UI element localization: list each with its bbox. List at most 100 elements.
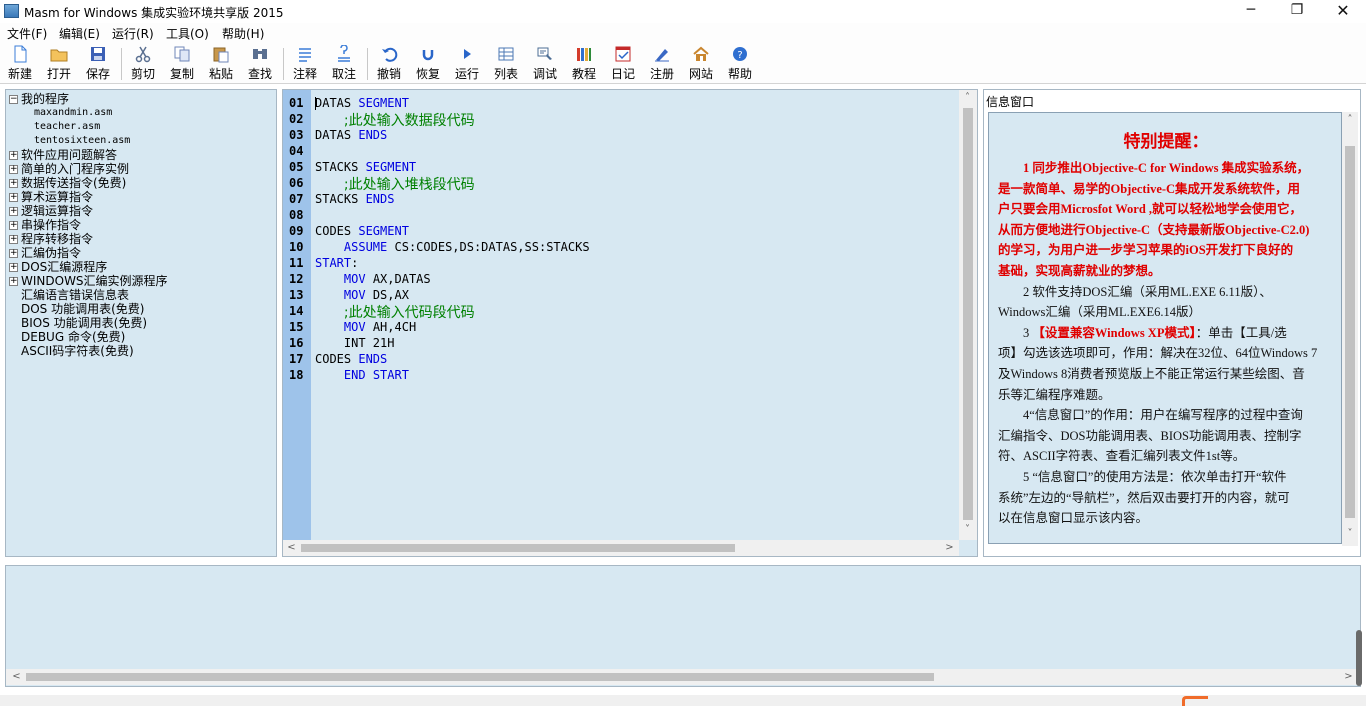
code-line[interactable]: CODES SEGMENT xyxy=(315,224,409,238)
register-button[interactable]: 注册 xyxy=(644,45,680,83)
info-content[interactable]: 特别提醒： 1 同步推出Objective-C for Windows 集成实验… xyxy=(988,112,1342,544)
scroll-left-arrow[interactable]: < xyxy=(283,542,300,553)
code-line[interactable]: ;此处输入堆栈段代码 xyxy=(315,174,475,194)
tree-leaf[interactable]: DEBUG 命令(免费) xyxy=(21,330,125,344)
expand-icon[interactable]: + xyxy=(9,277,18,286)
expand-icon[interactable]: + xyxy=(9,235,18,244)
output-panel[interactable]: < > xyxy=(5,565,1361,687)
expand-icon[interactable]: + xyxy=(9,165,18,174)
tree-group[interactable]: + 逻辑运算指令 xyxy=(9,204,93,218)
code-line[interactable]: STACKS ENDS xyxy=(315,192,394,206)
info-text: 符、ASCII字符表、查看汇编列表文件1st等。 xyxy=(998,449,1246,464)
output-horizontal-scrollbar[interactable]: < > xyxy=(6,669,1360,685)
code-line[interactable]: ;此处输入数据段代码 xyxy=(315,110,475,130)
tree-root[interactable]: − 我的程序 xyxy=(9,92,69,106)
scroll-up-arrow[interactable]: ˄ xyxy=(1342,114,1358,125)
tree-leaf[interactable]: 汇编语言错误信息表 xyxy=(21,288,129,302)
expand-icon[interactable]: + xyxy=(9,221,18,230)
open-button[interactable]: 打开 xyxy=(41,45,77,83)
scroll-left-arrow[interactable]: < xyxy=(8,671,25,682)
scroll-right-arrow[interactable]: > xyxy=(1340,671,1357,682)
code-line[interactable]: DATAS ENDS xyxy=(315,128,387,142)
tree-group[interactable]: + DOS汇编源程序 xyxy=(9,260,107,274)
redo-button[interactable]: 恢复 xyxy=(410,45,446,83)
code-line[interactable]: STACKS SEGMENT xyxy=(315,160,416,174)
scroll-thumb[interactable] xyxy=(26,673,934,681)
code-editor[interactable]: 01 02 03 04 05 06 07 08 09 10 11 12 13 14 15 16 17 18 DAT… xyxy=(282,89,978,557)
uncomment-button[interactable]: 取注 xyxy=(326,45,362,83)
list-button[interactable]: 列表 xyxy=(488,45,524,83)
menu-run[interactable]: 运行(R) xyxy=(112,25,154,42)
tree-group[interactable]: + 汇编伪指令 xyxy=(9,246,81,260)
expand-icon[interactable]: + xyxy=(9,179,18,188)
scroll-thumb[interactable] xyxy=(301,544,735,552)
diary-label: 日记 xyxy=(610,67,635,81)
run-button[interactable]: 运行 xyxy=(449,45,485,83)
comment-button[interactable]: 注释 xyxy=(287,45,323,83)
side-slider-handle[interactable] xyxy=(1356,630,1362,686)
code-line[interactable]: MOV AH,4CH xyxy=(315,320,416,334)
expand-icon[interactable]: + xyxy=(9,263,18,272)
tree-leaf[interactable]: BIOS 功能调用表(免费) xyxy=(21,316,147,330)
scroll-thumb[interactable] xyxy=(1345,146,1355,518)
tree-group[interactable]: + 数据传送指令(免费) xyxy=(9,176,126,190)
scroll-right-arrow[interactable]: > xyxy=(941,542,958,553)
code-line[interactable]: ASSUME CS:CODES,DS:DATAS,SS:STACKS xyxy=(315,240,590,254)
info-text-line: 5 “信息窗口”的使用方法是：依次单击打开“软件 xyxy=(998,466,1287,485)
minimize-button[interactable]: ─ xyxy=(1228,0,1274,23)
scroll-up-arrow[interactable]: ˄ xyxy=(959,92,976,103)
collapse-icon[interactable]: − xyxy=(9,95,18,104)
menu-edit[interactable]: 编辑(E) xyxy=(59,25,100,42)
menu-tools[interactable]: 工具(O) xyxy=(166,25,209,42)
tree-group[interactable]: + 简单的入门程序实例 xyxy=(9,162,129,176)
code-line[interactable]: ;此处输入代码段代码 xyxy=(315,302,475,322)
tree-leaf[interactable]: DOS 功能调用表(免费) xyxy=(21,302,144,316)
expand-icon[interactable]: + xyxy=(9,207,18,216)
code-line[interactable]: INT 21H xyxy=(315,336,395,350)
info-text-line: 是一款简单、易学的Objective-C集成开发系统软件，用 xyxy=(998,178,1300,197)
undo-button[interactable]: 撤销 xyxy=(371,45,407,83)
close-button[interactable]: ✕ xyxy=(1320,0,1366,23)
menu-file[interactable]: 文件(F) xyxy=(7,25,47,42)
paste-button[interactable]: 粘贴 xyxy=(203,45,239,83)
tutorial-button[interactable]: 教程 xyxy=(566,45,602,83)
scroll-thumb[interactable] xyxy=(963,108,973,520)
cut-button[interactable]: 剪切 xyxy=(125,45,161,83)
tree-group[interactable]: + 算术运算指令 xyxy=(9,190,93,204)
tree-file-item[interactable]: teacher.asm xyxy=(34,120,100,134)
find-button[interactable]: 查找 xyxy=(242,45,278,83)
scroll-down-arrow[interactable]: ˅ xyxy=(959,524,976,535)
scroll-down-arrow[interactable]: ˅ xyxy=(1342,528,1358,539)
maximize-button[interactable]: ❐ xyxy=(1274,0,1320,23)
code-line[interactable]: CODES ENDS xyxy=(315,352,387,366)
expand-icon[interactable]: + xyxy=(9,151,18,160)
code-line[interactable]: DATAS SEGMENT xyxy=(315,96,409,110)
website-button[interactable]: 网站 xyxy=(683,45,719,83)
line-number: 05 xyxy=(289,160,304,174)
tree-leaf[interactable]: ASCII码字符表(免费) xyxy=(21,344,134,358)
tree-group[interactable]: + 串操作指令 xyxy=(9,218,81,232)
tree-group[interactable]: + 程序转移指令 xyxy=(9,232,93,246)
diary-button[interactable]: 日记 xyxy=(605,45,641,83)
code-keyword: START xyxy=(315,256,352,270)
editor-vertical-scrollbar[interactable]: ˄ ˅ xyxy=(959,90,977,540)
menu-help[interactable]: 帮助(H) xyxy=(222,25,264,42)
corner-logo-icon xyxy=(1182,696,1208,706)
expand-icon[interactable]: + xyxy=(9,249,18,258)
code-line[interactable]: MOV AX,DATAS xyxy=(315,272,431,286)
tree-group[interactable]: + WINDOWS汇编实例源程序 xyxy=(9,274,168,288)
save-button[interactable]: 保存 xyxy=(80,45,116,83)
debug-button[interactable]: 调试 xyxy=(527,45,563,83)
info-vertical-scrollbar[interactable]: ˄ ˅ xyxy=(1342,112,1358,546)
code-line[interactable]: END START xyxy=(315,368,409,382)
tree-file-item[interactable]: tentosixteen.asm xyxy=(34,134,130,148)
new-button[interactable]: 新建 xyxy=(2,45,38,83)
tree-file-item[interactable]: maxandmin.asm xyxy=(34,106,112,120)
code-line[interactable]: START: xyxy=(315,256,358,270)
copy-button[interactable]: 复制 xyxy=(164,45,200,83)
expand-icon[interactable]: + xyxy=(9,193,18,202)
help-button[interactable]: ? 帮助 xyxy=(722,45,758,83)
editor-horizontal-scrollbar[interactable]: < > xyxy=(283,540,959,556)
code-line[interactable]: MOV DS,AX xyxy=(315,288,409,302)
tree-group[interactable]: + 软件应用问题解答 xyxy=(9,148,117,162)
